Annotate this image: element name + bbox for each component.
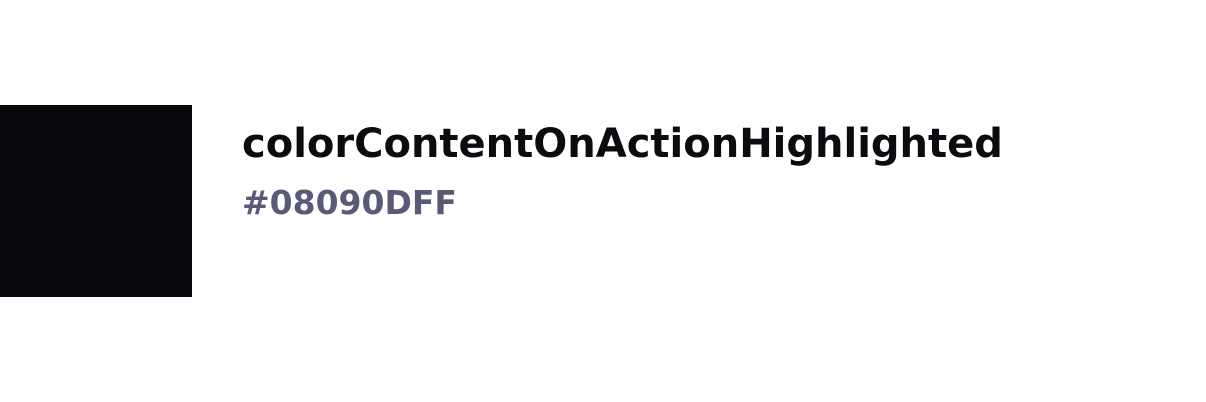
color-swatch (0, 105, 192, 297)
token-info: colorContentOnActionHighlighted #08090DF… (242, 105, 1003, 225)
token-name: colorContentOnActionHighlighted (242, 121, 1003, 167)
token-hex-value: #08090DFF (242, 183, 457, 222)
color-token-row: colorContentOnActionHighlighted #08090DF… (0, 105, 1003, 297)
